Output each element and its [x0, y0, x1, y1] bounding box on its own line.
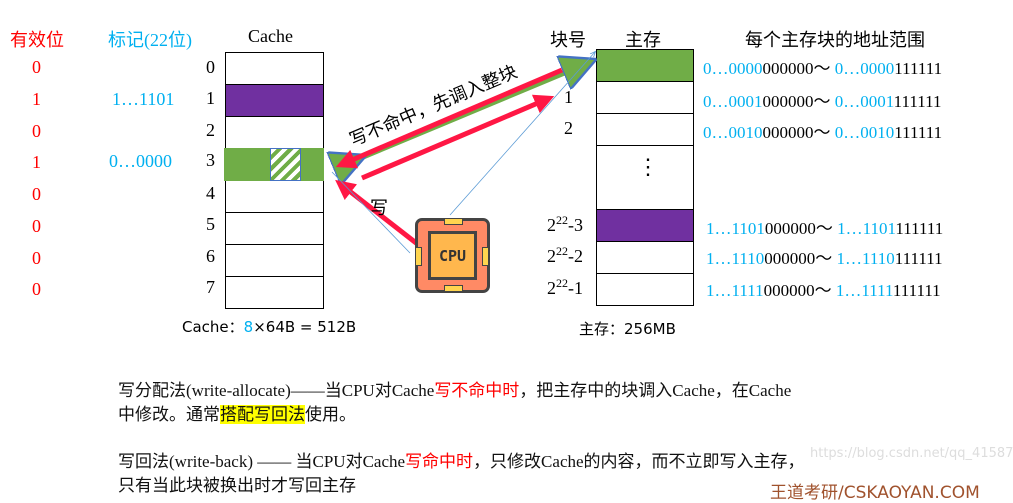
- text: 中修改。通常: [118, 405, 220, 424]
- highlight-text: 写命中时: [405, 452, 474, 471]
- write-label: 写: [370, 198, 388, 218]
- text: 写回法(write-back) —— 当CPU对Cache: [118, 452, 406, 471]
- cpu-pin: [415, 247, 422, 266]
- write-allocate-text: 中修改。通常搭配写回法使用。: [118, 400, 356, 425]
- text: ，把主存中的块调入Cache，在Cache: [519, 381, 792, 400]
- write-back-text: 只有当此块被换出时才写回主存: [118, 476, 356, 495]
- text: ，只修改Cache的内容，而不立即写入主存，: [473, 452, 805, 471]
- highlight-text: 写不命中时: [434, 381, 520, 400]
- cpu-pin: [444, 285, 463, 292]
- text: 写分配法(write-allocate)——当CPU对Cache: [118, 381, 435, 400]
- cpu-label: CPU: [428, 231, 477, 280]
- watermark: 王道考研/CSKAOYAN.COM: [770, 483, 980, 503]
- cpu-icon: CPU: [415, 218, 490, 293]
- faint-watermark: https://blog.csdn.net/qq_41587740: [810, 446, 1013, 461]
- write-allocate-text: 写分配法(write-allocate)——当CPU对Cache写不命中时，把主…: [118, 376, 791, 401]
- cpu-pin: [444, 218, 463, 225]
- text: 使用。: [305, 405, 356, 424]
- write-back-text: 写回法(write-back) —— 当CPU对Cache写命中时，只修改Cac…: [118, 447, 805, 472]
- highlight-text: 搭配写回法: [220, 405, 305, 424]
- cpu-pin: [482, 247, 489, 266]
